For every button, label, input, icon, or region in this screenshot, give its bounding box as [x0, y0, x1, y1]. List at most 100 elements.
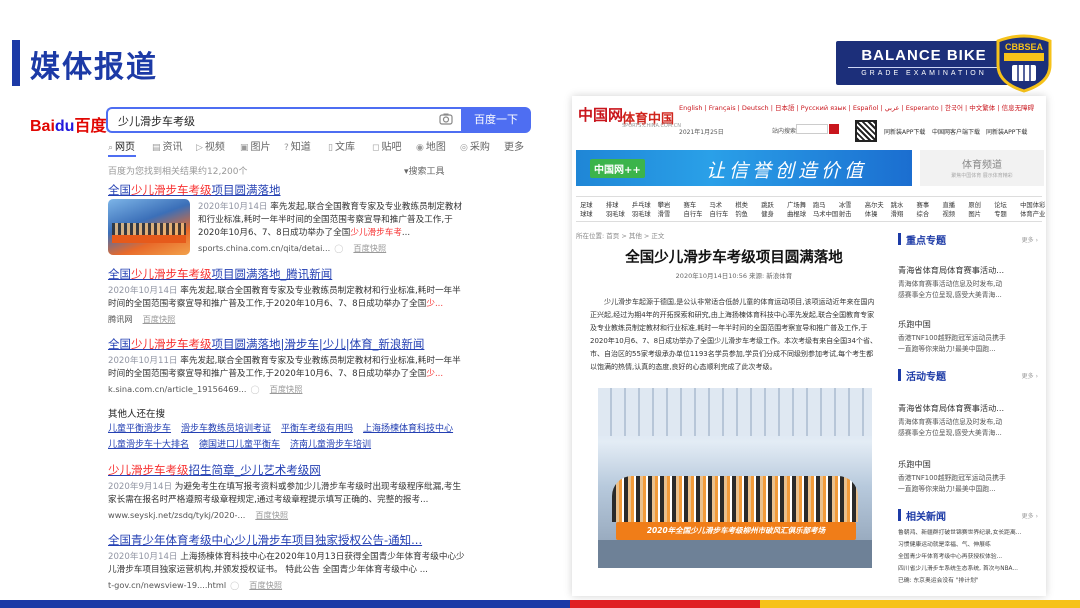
nav-link[interactable]: 图片 — [968, 210, 981, 219]
nav-link[interactable]: 高尔夫 — [865, 201, 884, 210]
result-url[interactable]: sports.china.com.cn/qita/detai... — [198, 243, 330, 253]
result-title-link[interactable]: 全国青少年体育考级中心少儿滑步车项目独家授权公告-通知... — [108, 532, 468, 548]
more-link[interactable]: 更多 › — [1022, 235, 1038, 244]
nav-column[interactable]: 论坛 专题 — [994, 201, 1007, 219]
camera-icon[interactable] — [439, 112, 453, 126]
nav-link[interactable]: 体操 — [865, 210, 884, 219]
related-search-link[interactable]: 济南儿童滑步车培训 — [290, 440, 371, 450]
tab-map[interactable]: ◉ 地图 — [416, 138, 446, 153]
news-link[interactable]: 鲁朝鸿、新疆群打破世锦赛世界纪录,女长距离... — [898, 528, 1021, 539]
tab-images[interactable]: ▣ 图片 — [240, 138, 271, 153]
result-url[interactable]: t-gov.cn/newsview-19....html — [108, 580, 226, 590]
nav-link[interactable]: 滑雪 — [658, 210, 671, 219]
nav-link[interactable]: 马术 — [709, 201, 728, 210]
nav-link[interactable]: 棋类 — [735, 201, 748, 210]
news-link[interactable]: 已确: 东京奥运会没有 "排计划" — [898, 576, 979, 587]
related-search-link[interactable]: 滑步车教练员培训考证 — [181, 424, 271, 434]
nav-column[interactable]: 广场舞 曲棍球 — [787, 201, 806, 219]
nav-link[interactable]: 直播 — [942, 201, 955, 210]
nav-link[interactable]: 广场舞 — [787, 201, 806, 210]
nav-link[interactable]: 排球 — [606, 201, 625, 210]
tab-purchase[interactable]: ◎ 采购 — [460, 138, 490, 153]
nav-link[interactable]: 乒乓球 — [632, 201, 651, 210]
nav-link[interactable]: 自行车 — [709, 210, 728, 219]
cache-link[interactable]: 百度快照 — [353, 243, 386, 253]
nav-column[interactable]: 中国体彩 体育产业 — [1020, 201, 1045, 219]
nav-link[interactable]: 原创 — [968, 201, 981, 210]
tab-news[interactable]: ▤ 资讯 — [152, 138, 183, 153]
result-thumbnail[interactable] — [108, 199, 190, 255]
cache-link[interactable]: 百度快照 — [255, 510, 288, 520]
nav-link[interactable]: 攀岩 — [658, 201, 671, 210]
related-search-link[interactable]: 德国进口儿童平衡车 — [199, 440, 280, 450]
related-search-link[interactable]: 平衡车考级有用吗 — [281, 424, 353, 434]
app-download-link[interactable]: 中国网客户端下载 — [932, 127, 980, 136]
cache-link[interactable]: 百度快照 — [270, 384, 303, 394]
more-link[interactable]: 更多 › — [1022, 511, 1038, 520]
search-input[interactable]: 少儿滑步车考级 — [106, 107, 461, 133]
app-download-link[interactable]: 同新装APP下载 — [986, 127, 1027, 136]
related-search-link[interactable]: 儿童平衡滑步车 — [108, 424, 171, 434]
nav-column[interactable]: 直播 视频 — [942, 201, 955, 219]
nav-link[interactable]: 跳跃 — [761, 201, 774, 210]
nav-link[interactable]: 曲棍球 — [787, 210, 806, 219]
tab-zhidao[interactable]: ? 知道 — [284, 138, 311, 153]
nav-link[interactable]: 体育产业 — [1020, 210, 1045, 219]
sidebar-item[interactable]: 乐跑中国 香港TNF100越野跑冠军运动员携手 一直跑等你来助力!最美中国跑..… — [898, 318, 1042, 354]
related-search-link[interactable]: 儿童滑步车十大排名 — [108, 440, 189, 450]
related-search-link[interactable]: 上海扬楝体育科技中心 — [363, 424, 453, 434]
nav-link[interactable]: 钓鱼 — [735, 210, 748, 219]
result-url[interactable]: www.seyskj.net/zsdq/tykj/2020-... — [108, 510, 245, 520]
nav-column[interactable]: 排球 羽毛球 — [606, 201, 625, 219]
nav-column[interactable]: 赛车 自行车 — [684, 201, 703, 219]
cache-link[interactable]: 百度快照 — [249, 580, 282, 590]
nav-link[interactable]: 跳水 — [891, 201, 904, 210]
nav-column[interactable]: 乒乓球 羽毛球 — [632, 201, 651, 219]
nav-link[interactable]: 足球 — [580, 201, 593, 210]
nav-link[interactable]: 球球 — [580, 210, 593, 219]
nav-link[interactable]: 自行车 — [684, 210, 703, 219]
ad-banner[interactable]: 中国网++ 让信誉创造价值 — [576, 150, 912, 186]
nav-link[interactable]: 射击 — [839, 210, 852, 219]
result-title-link[interactable]: 少儿滑步车考级招生简章_少儿艺术考级网 — [108, 462, 468, 478]
search-tools-button[interactable]: ▾搜索工具 — [404, 164, 445, 177]
nav-link[interactable]: 论坛 — [994, 201, 1007, 210]
tab-more[interactable]: 更多 — [504, 138, 524, 153]
nav-column[interactable]: 赛事 综合 — [917, 201, 930, 219]
nav-column[interactable]: 攀岩 滑雪 — [658, 201, 671, 219]
tab-video[interactable]: ▷ 视频 — [196, 138, 225, 153]
cache-link[interactable]: 百度快照 — [143, 314, 176, 324]
nav-link[interactable]: 赛车 — [684, 201, 703, 210]
nav-link[interactable]: 专题 — [994, 210, 1007, 219]
nav-column[interactable]: 跳跃 健身 — [761, 201, 774, 219]
nav-link[interactable]: 视频 — [942, 210, 955, 219]
nav-column[interactable]: 原创 图片 — [968, 201, 981, 219]
nav-link[interactable]: 马术中国 — [813, 210, 838, 219]
nav-link[interactable]: 跑马 — [813, 201, 838, 210]
sidebar-item[interactable]: 青海省体育局体育赛事活动... 青海体育赛事活动信息及时发布,动 感赛事全方位呈… — [898, 264, 1042, 300]
nav-column[interactable]: 跳水 滑翔 — [891, 201, 904, 219]
nav-link[interactable]: 健身 — [761, 210, 774, 219]
site-search-button[interactable] — [829, 124, 839, 134]
sidebar-item[interactable]: 乐跑中国 香港TNF100越野跑冠军运动员携手 一直跑等你来助力!最美中国跑..… — [898, 458, 1042, 494]
china-net-logo[interactable]: 中国网 — [578, 104, 623, 125]
search-button[interactable]: 百度一下 — [461, 107, 531, 133]
nav-column[interactable]: 冰雪 射击 — [839, 201, 852, 219]
result-url[interactable]: k.sina.com.cn/article_19156469... — [108, 384, 247, 394]
baidu-logo[interactable]: Baidu百度 — [30, 112, 106, 136]
tab-web[interactable]: ⌕ 网页 — [108, 138, 135, 153]
nav-column[interactable]: 马术 自行车 — [709, 201, 728, 219]
site-search-input[interactable] — [796, 124, 828, 134]
nav-column[interactable]: 足球 球球 — [580, 201, 593, 219]
nav-column[interactable]: 高尔夫 体操 — [865, 201, 884, 219]
language-links[interactable]: English | Français | Deutsch | 日本語 | Рус… — [679, 102, 1034, 112]
nav-column[interactable]: 跑马 马术中国 — [813, 201, 838, 219]
app-download-link[interactable]: 同新装APP下载 — [884, 127, 925, 136]
news-link[interactable]: 全国青少年体育考级中心再获授权体验... — [898, 552, 1002, 563]
nav-link[interactable]: 羽毛球 — [606, 210, 625, 219]
tab-wenku[interactable]: ▯ 文库 — [328, 138, 355, 153]
nav-link[interactable]: 滑翔 — [891, 210, 904, 219]
result-title-link[interactable]: 全国少儿滑步车考级项目圆满落地 — [108, 182, 468, 198]
more-link[interactable]: 更多 › — [1022, 371, 1038, 380]
tab-tieba[interactable]: ◻ 贴吧 — [372, 138, 401, 153]
